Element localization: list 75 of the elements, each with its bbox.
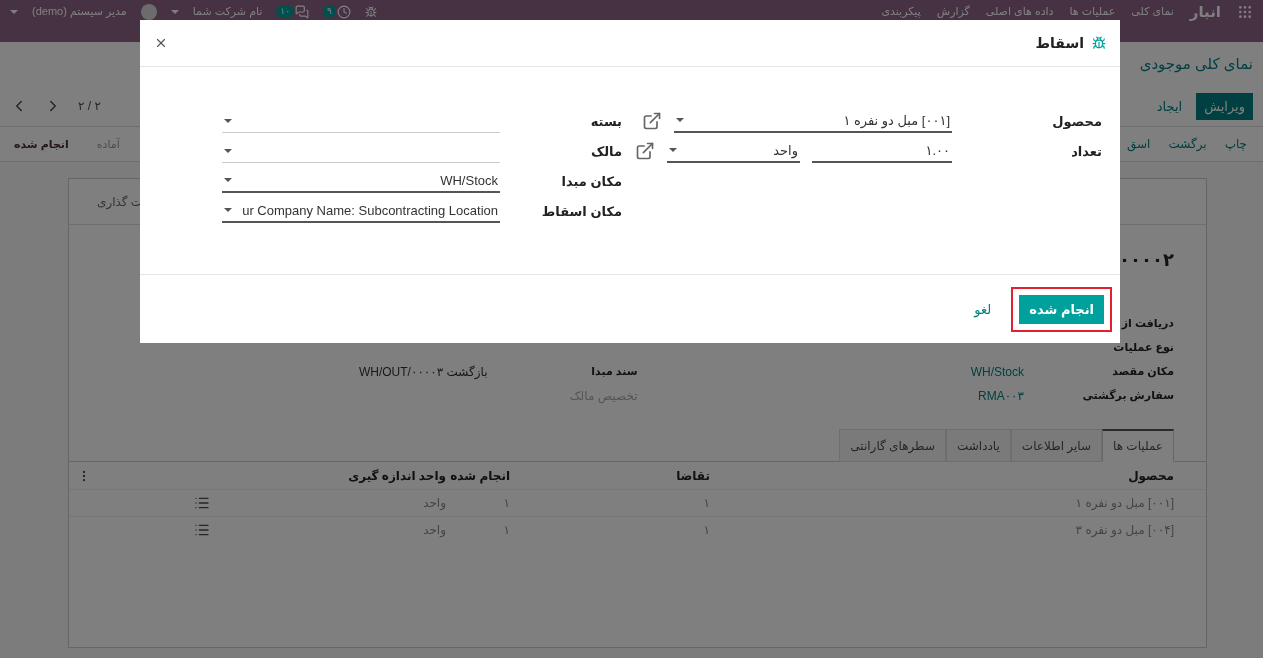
close-button[interactable]	[154, 36, 168, 50]
table-cell: واحد	[336, 516, 454, 543]
field-label: بسته	[589, 112, 622, 131]
company-switcher[interactable]: نام شرکت شما	[192, 5, 263, 18]
create-button[interactable]: ایجاد	[1148, 92, 1191, 120]
caret-icon	[224, 118, 232, 123]
user-menu[interactable]: مدیر سیستم (demo)	[32, 5, 127, 18]
caret-icon	[170, 9, 179, 14]
chat-icon[interactable]	[295, 4, 310, 19]
field-label: تعداد	[1070, 142, 1102, 161]
menu-item[interactable]: پیکربندی	[881, 5, 921, 18]
table-cell: [۰۰۴] مبل دو نفره ۳	[718, 516, 1206, 543]
caret-icon	[676, 118, 684, 122]
menu-item[interactable]: داده های اصلی	[985, 5, 1054, 18]
edit-button[interactable]: ویرایش	[1196, 92, 1253, 120]
app-name[interactable]: انبار	[1189, 2, 1221, 21]
dropdown-field[interactable]: [۰۰۱] مبل دو نفره ۱	[674, 109, 952, 133]
field-label: مکان اسقاط	[540, 202, 622, 221]
menu-item[interactable]: عملیات ها	[1069, 5, 1116, 18]
bug-icon	[1092, 36, 1106, 50]
bug-icon[interactable]	[364, 5, 377, 18]
notebook-tab[interactable]: عملیات ها	[1102, 429, 1174, 462]
activity-icon[interactable]	[336, 4, 351, 19]
field-link[interactable]: WH/Stock	[637, 365, 1024, 383]
list-icon[interactable]	[194, 495, 210, 511]
menu-item[interactable]: نمای کلی	[1131, 5, 1174, 18]
caret-icon	[224, 178, 232, 182]
avatar	[140, 3, 157, 20]
quantity-field[interactable]: ۱.۰۰	[812, 139, 952, 163]
status-stage[interactable]: انجام شده	[0, 133, 83, 155]
field-label: سفارش برگشتی	[1082, 389, 1174, 404]
field-link[interactable]: RMA۰۰۳	[637, 389, 1024, 407]
field-label: سند مبدا	[591, 365, 638, 379]
dropdown-field[interactable]: واحد	[667, 139, 800, 163]
list-icon[interactable]	[194, 522, 210, 538]
table-cell: ۱	[518, 489, 718, 516]
menu-item[interactable]: گزارش	[936, 5, 970, 18]
caret-icon	[224, 148, 232, 153]
external-link-icon[interactable]	[635, 141, 655, 161]
field-label: دریافت از	[1121, 317, 1174, 332]
caret-icon	[224, 208, 232, 212]
notification-badge: ۱۰	[276, 5, 295, 18]
record-title: ۰۰۰۰۲	[1119, 250, 1174, 270]
notebook-tab[interactable]: سطرهای گارانتی	[839, 429, 946, 462]
field-label: مالک	[589, 142, 622, 161]
cancel-link[interactable]: لغو	[968, 300, 998, 318]
dropdown-field[interactable]: WH/Stock	[222, 169, 500, 193]
apps-menu-icon[interactable]	[1237, 3, 1253, 20]
field-value: بازگشت WH/OUT/۰۰۰۰۳	[357, 365, 488, 381]
dropdown-field[interactable]: ur Company Name: Subcontracting Location	[222, 199, 500, 223]
table-cell: [۰۰۱] مبل دو نفره ۱	[718, 489, 1206, 516]
table-cell: ۱	[518, 516, 718, 543]
action-button[interactable]: برگشت	[1162, 133, 1213, 155]
table-cell: ۱	[454, 516, 518, 543]
column-header: تقاضا	[675, 467, 711, 485]
breadcrumb-link[interactable]: نمای کلی موجودی	[1139, 55, 1253, 73]
external-link-icon[interactable]	[642, 111, 662, 131]
column-header: واحد اندازه گیری	[347, 467, 447, 486]
table-cell: ۱	[454, 489, 518, 516]
pager-text: ۲ / ۲	[78, 99, 101, 113]
notebook-tab[interactable]: یادداشت	[946, 429, 1011, 462]
field-label: مکان مقصد	[1112, 365, 1174, 380]
notebook-tab[interactable]: سایر اطلاعات	[1010, 429, 1103, 462]
action-button[interactable]: اسق	[1121, 133, 1157, 155]
action-button[interactable]: چاپ	[1218, 133, 1253, 155]
caret-icon	[669, 148, 677, 152]
field-label: مکان مبدا	[560, 172, 622, 191]
notification-badge: ۹	[323, 5, 336, 18]
caret-icon	[10, 9, 18, 14]
field-label: محصول	[1051, 112, 1102, 131]
column-header: محصول	[1127, 467, 1175, 486]
field-label: نوع عملیات	[1113, 341, 1174, 356]
table-cell: واحد	[336, 489, 454, 516]
dialog-title: اسقاط	[1035, 35, 1084, 51]
confirm-button[interactable]: انجام شده	[1019, 294, 1104, 324]
